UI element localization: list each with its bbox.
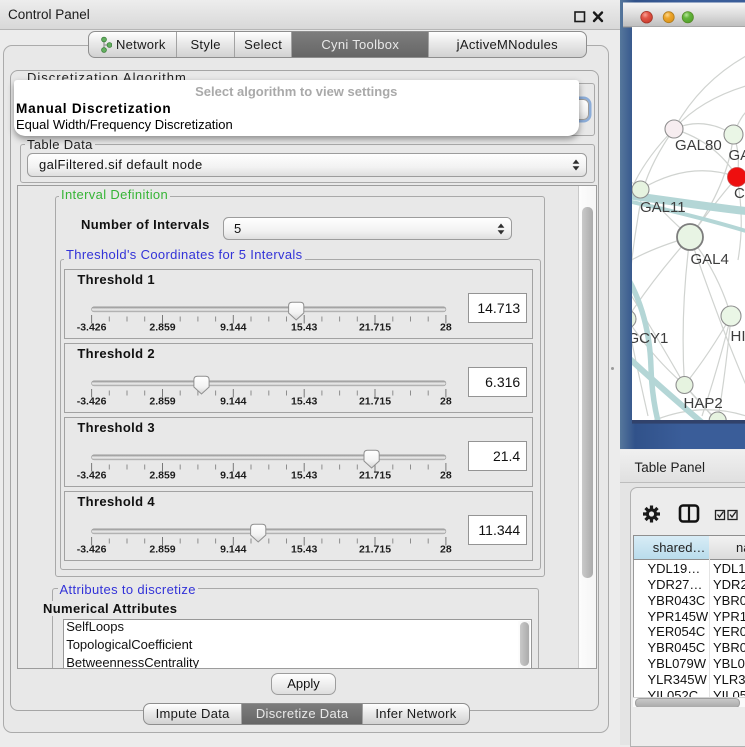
svg-text:-3.426: -3.426 (77, 321, 107, 333)
svg-text:15.43: 15.43 (291, 321, 317, 333)
svg-text:HI: HI (731, 328, 745, 345)
svg-text:21.715: 21.715 (359, 469, 391, 481)
svg-text:28: 28 (440, 395, 452, 407)
svg-text:28: 28 (440, 321, 452, 333)
svg-text:28: 28 (440, 469, 452, 481)
svg-text:2.859: 2.859 (150, 469, 176, 481)
svg-text:2.859: 2.859 (150, 395, 176, 407)
svg-text:15.43: 15.43 (291, 469, 317, 481)
svg-text:2.859: 2.859 (150, 321, 176, 333)
svg-text:9.144: 9.144 (221, 469, 247, 481)
svg-text:21.715: 21.715 (359, 395, 391, 407)
svg-text:15.43: 15.43 (291, 543, 317, 555)
svg-text:-3.426: -3.426 (77, 469, 107, 481)
svg-text:28: 28 (440, 543, 452, 555)
svg-text:15.43: 15.43 (291, 395, 317, 407)
svg-text:GCY1: GCY1 (628, 330, 669, 347)
svg-text:21.715: 21.715 (359, 543, 391, 555)
svg-text:-3.426: -3.426 (77, 543, 107, 555)
svg-text:CA: CA (734, 185, 745, 202)
svg-text:21.715: 21.715 (359, 321, 391, 333)
svg-text:GAL4: GAL4 (691, 251, 729, 268)
svg-text:9.144: 9.144 (221, 543, 247, 555)
svg-text:GAL80: GAL80 (675, 137, 722, 154)
svg-text:GAL11: GAL11 (640, 199, 686, 216)
svg-text:9.144: 9.144 (221, 395, 247, 407)
svg-text:2.859: 2.859 (150, 543, 176, 555)
svg-text:HAP2: HAP2 (684, 395, 723, 412)
svg-text:GAL: GAL (729, 147, 745, 164)
svg-text:9.144: 9.144 (221, 321, 247, 333)
svg-text:-3.426: -3.426 (77, 395, 107, 407)
